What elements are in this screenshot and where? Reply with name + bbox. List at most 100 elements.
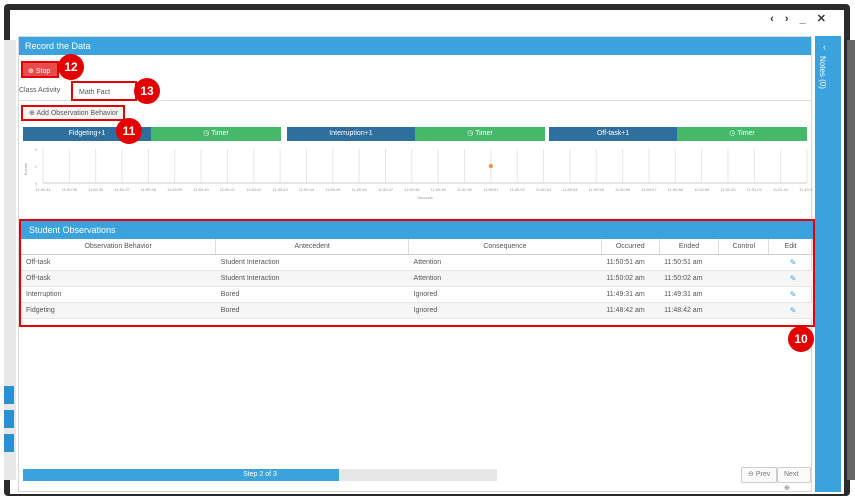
x-tick-label: 11:50:45 [325,187,341,192]
arrow-left-icon: ⊖ [748,471,754,478]
plus-circle-icon: ⊕ [28,68,34,75]
table-cell [718,270,769,287]
edit-icon[interactable]: ✎ [774,258,813,267]
callout-badge-11: 11 [116,118,142,144]
x-tick-label: 11:50:59 [694,187,710,192]
table-cell: 11:50:51 am [601,254,660,271]
timer-bar[interactable]: Interruption+1 [287,127,415,141]
plus-circle-icon: ⊕ [29,110,35,117]
add-observation-label: Add Observation Behavior [36,110,119,117]
notes-label: Notes (0) [818,56,827,89]
clock-icon: ◷ [203,130,212,137]
next-label: Next [784,471,799,478]
column-header: Observation Behavior [21,239,217,255]
events-chart: 11:50:34 11:50:35 11:50:36 11:50:37 11:50:38… [23,147,813,200]
x-tick-label: 11:51:01 [747,187,763,192]
edit-cell: ✎ [768,302,813,319]
x-tick-label: 11:50:38 [141,187,157,192]
timer-bar[interactable]: Off-task+1 [549,127,677,141]
left-tab[interactable] [4,434,14,452]
x-tick-label: 11:50:42 [246,187,262,192]
x-tick-label: 11:50:51 [483,187,499,192]
arrow-right-icon: ⊕ [784,485,790,492]
next-button[interactable]: Next ⊕ [777,467,811,492]
table-cell: 11:50:51 am [659,254,719,271]
x-tick-label: 11:51:02 [773,187,789,192]
x-tick-label: 11:50:52 [510,187,526,192]
x-tick-label: 11:50:50 [457,187,473,192]
progress-bar: Step 2 of 3 [23,469,497,481]
x-tick-label: 11:51:03 [799,187,813,192]
x-tick-label: 11:50:58 [668,187,684,192]
timer-bar-label: Timer [475,130,493,137]
section-title: Student Observations [21,221,813,239]
prev-button[interactable]: ⊖ Prev [741,467,778,483]
tab-class-activity[interactable]: Class Activity [19,81,60,101]
chevron-left-icon[interactable]: ‹ [823,42,826,52]
table-row: Interruption Bored Ignored 11:49:31 am 11:49… [21,286,813,303]
student-observations-section: Student Observations Observation Behavio… [19,219,815,327]
left-tab[interactable] [4,410,14,428]
timer-bar-label: Timer [737,130,755,137]
edit-cell: ✎ [768,270,813,287]
edit-icon[interactable]: ✎ [774,274,813,283]
x-tick-label: 11:51:00 [720,187,736,192]
add-observation-button[interactable]: ⊕ Add Observation Behavior [21,105,125,121]
callout-badge-13: 13 [134,78,160,104]
x-tick-label: 11:50:55 [589,187,605,192]
x-tick-label: 11:50:41 [220,187,236,192]
left-tab[interactable] [4,386,14,404]
table-cell: Bored [215,286,409,303]
edit-cell: ✎ [768,254,813,271]
x-tick-label: 11:50:54 [562,187,578,192]
column-header: Consequence [408,239,602,255]
x-tick-label: 11:50:56 [615,187,631,192]
progress-label: Step 2 of 3 [243,471,277,478]
x-tick-label: 11:50:47 [378,187,394,192]
x-tick-label: 11:50:36 [88,187,104,192]
x-tick-label: 11:50:34 [35,187,51,192]
x-tick-label: 11:50:35 [62,187,78,192]
tab-math-fact-review[interactable]: Math Fact Review [71,81,137,116]
timer-bar-label: Fidgeting+1 [68,130,106,137]
clock-icon: ◷ [729,130,738,137]
x-tick-label: 11:50:40 [193,187,209,192]
table-cell: Attention [408,270,602,287]
table-row: Fidgeting Bored Ignored 11:48:42 am 11:48:42… [21,302,813,319]
y-tick-label: 1 [35,164,38,169]
table-row: Off-task Student Interaction Attention 11:5… [21,270,813,287]
edit-icon[interactable]: ✎ [774,306,813,315]
clock-icon: ◷ [467,130,476,137]
table-cell: Student Interaction [215,254,409,271]
table-cell: Fidgeting [21,302,216,319]
column-header: Occurred [601,239,660,255]
table-cell: Student Interaction [215,270,409,287]
callout-badge-12: 12 [58,54,84,80]
timer-bar[interactable]: ◷ Timer [415,127,545,141]
table-cell [718,286,769,303]
notes-sidebar[interactable]: ‹ Notes (0) [815,36,841,492]
table-cell: Bored [215,302,409,319]
record-data-panel: Record the Data ⊕ Stop Class Activity Ma… [18,36,815,492]
prev-label: Prev [755,471,771,478]
table-header-row: Observation Behavior Antecedent Consequenc… [21,239,813,255]
table-row: Off-task Student Interaction Attention 11:5… [21,254,813,271]
x-axis-label: Seconds [417,195,433,200]
stop-button[interactable]: ⊕ Stop [21,61,59,78]
data-point [488,163,494,169]
x-tick-label: 11:50:37 [114,187,130,192]
timer-bar-label: Interruption+1 [329,130,373,137]
table-cell: Ignored [408,302,602,319]
timer-bar-label: Off-task+1 [596,130,630,137]
edit-icon[interactable]: ✎ [774,290,813,299]
timer-bar[interactable]: ◷ Timer [151,127,281,141]
table-cell [718,302,769,319]
x-tick-label: 11:50:49 [431,187,447,192]
table-cell: Attention [408,254,602,271]
window-controls[interactable]: ‹ › _ ✕ [770,12,830,25]
x-tick-label: 11:50:46 [351,187,367,192]
table-cell: 11:49:31 am [601,286,660,303]
panel-title: Record the Data [19,37,811,55]
timer-bar[interactable]: ◷ Timer [677,127,807,141]
x-tick-label: 11:50:48 [404,187,420,192]
